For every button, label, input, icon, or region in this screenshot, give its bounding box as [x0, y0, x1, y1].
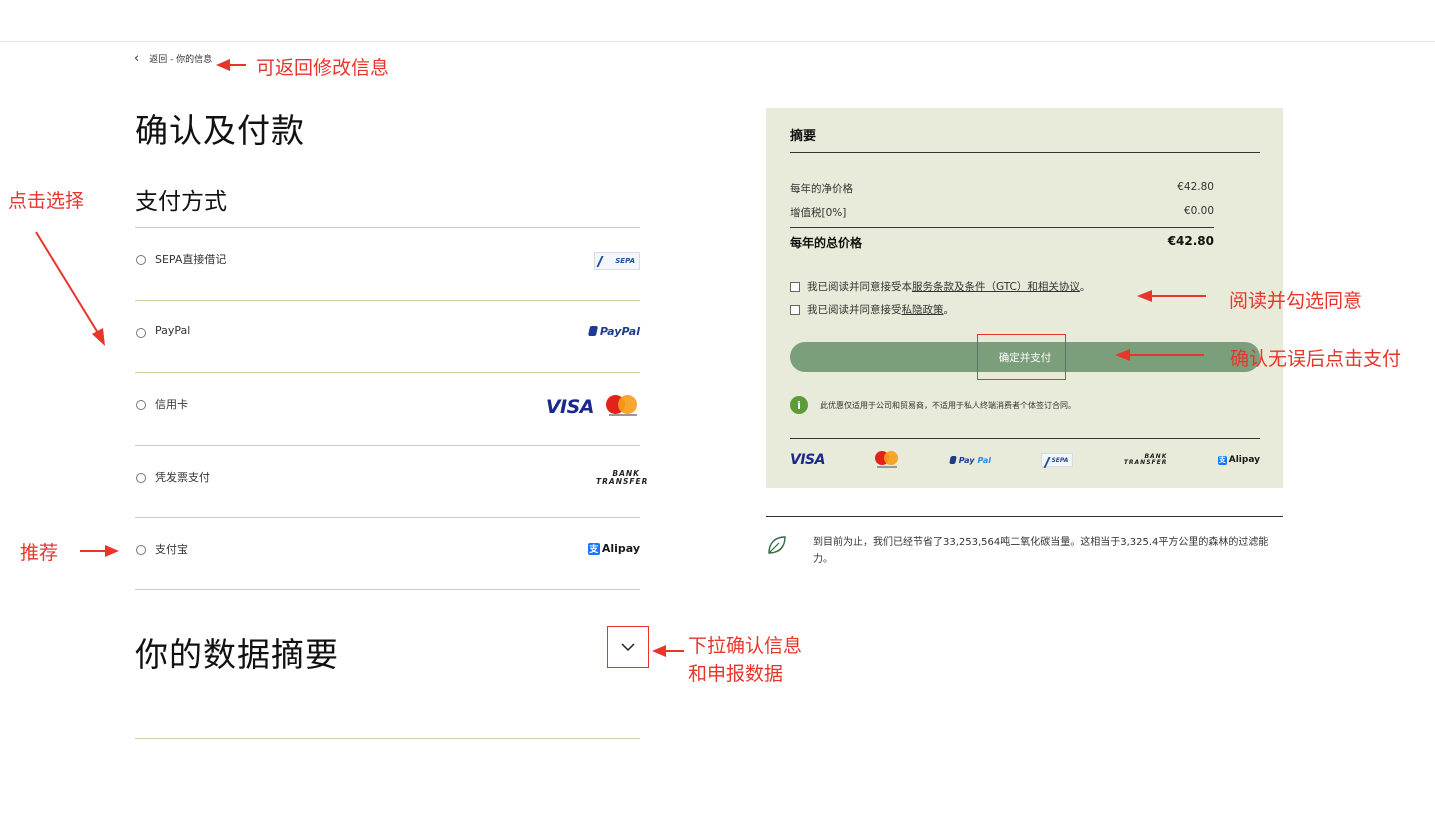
payment-option-credit-card[interactable]: 信用卡 VISA — [135, 372, 640, 445]
total-divider — [790, 227, 1214, 228]
vat-label: 增值税[0%] — [790, 207, 847, 219]
payment-option-paypal[interactable]: PayPal PayPal — [135, 299, 640, 373]
annotation-select: 点击选择 — [8, 190, 85, 212]
total-price-row: 每年的总价格 €42.80 — [790, 234, 1214, 251]
visa-logo: VISA — [545, 396, 595, 418]
business-only-notice-text: 此优惠仅适用于公司和贸易商，不适用于私人终端消费者个体签订合同。 — [820, 400, 1076, 410]
privacy-text: 我已阅读并同意接受私隐政策。 — [807, 304, 954, 316]
sepa-logo: SEPA — [594, 252, 640, 270]
info-icon: i — [790, 396, 808, 414]
confirm-pay-button[interactable]: 确定并支付 — [790, 342, 1260, 372]
payment-section-title: 支付方式 — [135, 189, 227, 215]
payment-method-list: SEPA直接借记 SEPA PayPal PayPal 信用卡 VISA 凭发票… — [135, 227, 649, 590]
bank-transfer-logo: BANK TRANSFER — [596, 468, 649, 486]
privacy-checkbox[interactable] — [790, 304, 800, 315]
paypal-icon — [587, 326, 598, 336]
payment-logos-strip: VISA Pay Pal SEPA BANK TRANSFER 支 Alipay — [790, 448, 1260, 472]
payment-label-paypal: PayPal — [155, 323, 191, 337]
summary-divider — [790, 152, 1260, 153]
payment-label-alipay: 支付宝 — [155, 543, 188, 556]
back-link[interactable]: ‹ 返回 - 你的信息 — [134, 52, 212, 65]
visa-logo-small: VISA — [790, 452, 825, 468]
total-price-label: 每年的总价格 — [790, 236, 863, 250]
logos-divider — [790, 438, 1260, 439]
total-price-value: €42.80 — [1167, 234, 1214, 248]
terms-link[interactable]: 服务条款及条件（GTC）和相关协议 — [912, 281, 1080, 293]
annotation-agree: 阅读并勾选同意 — [1229, 290, 1363, 312]
payment-label-sepa: SEPA直接借记 — [155, 253, 227, 266]
radio-alipay[interactable] — [136, 545, 146, 555]
order-summary-panel: 摘要 每年的净价格 €42.80 增值税[0%] €0.00 每年的总价格 €4… — [766, 108, 1283, 488]
mastercard-icon — [606, 395, 640, 419]
terms-checkbox[interactable] — [790, 281, 800, 292]
card-logos: VISA — [546, 395, 640, 419]
data-summary-expand-button[interactable] — [607, 626, 649, 668]
radio-credit-card[interactable] — [136, 400, 146, 410]
sepa-logo-text: SEPA — [615, 257, 635, 265]
chevron-left-icon: ‹ — [134, 51, 140, 66]
data-summary-divider — [135, 738, 640, 739]
data-summary-title: 你的数据摘要 — [135, 635, 339, 674]
paypal-logo: PayPal — [587, 324, 640, 338]
leaf-icon — [768, 536, 786, 554]
paypal-logo-small: Pay Pal — [948, 456, 991, 465]
radio-invoice[interactable] — [136, 472, 146, 483]
privacy-checkbox-row: 我已阅读并同意接受私隐政策。 — [790, 302, 954, 317]
alipay-logo-text: Alipay — [601, 542, 640, 555]
terms-checkbox-row: 我已阅读并同意接受本服务条款及条件（GTC）和相关协议。 — [790, 279, 1090, 294]
paypal-logo-text: PayPal — [599, 324, 640, 338]
payment-label-invoice: 凭发票支付 — [155, 470, 210, 484]
bank-transfer-logo-text: BANK TRANSFER — [596, 468, 649, 486]
annotation-expand: 下拉确认信息 和申报数据 — [688, 632, 802, 688]
terms-text: 我已阅读并同意接受本服务条款及条件（GTC）和相关协议。 — [807, 281, 1091, 293]
payment-option-sepa[interactable]: SEPA直接借记 SEPA — [135, 227, 640, 300]
annotation-confirm-pay: 确认无误后点击支付 — [1230, 348, 1402, 370]
privacy-link[interactable]: 私隐政策 — [902, 304, 944, 316]
business-only-notice: i 此优惠仅适用于公司和贸易商，不适用于私人终端消费者个体签订合同。 — [790, 396, 1076, 414]
net-price-value: €42.80 — [1177, 181, 1214, 193]
radio-sepa[interactable] — [136, 255, 146, 265]
payment-option-invoice[interactable]: 凭发票支付 BANK TRANSFER — [135, 444, 649, 518]
radio-paypal[interactable] — [136, 327, 146, 338]
chevron-down-icon — [621, 643, 635, 652]
alipay-logo: 支 Alipay — [587, 542, 640, 555]
vat-value: €0.00 — [1183, 205, 1214, 217]
mastercard-icon-small — [875, 451, 899, 469]
alipay-logo-small: 支 Alipay — [1217, 455, 1260, 465]
carbon-divider — [766, 516, 1283, 517]
payment-option-alipay[interactable]: 支付宝 支 Alipay — [135, 517, 640, 590]
annotation-recommend: 推荐 — [20, 542, 59, 564]
summary-title: 摘要 — [790, 129, 817, 144]
payment-label-credit-card: 信用卡 — [155, 398, 188, 411]
back-link-label: 返回 - 你的信息 — [149, 55, 213, 65]
alipay-icon: 支 — [587, 542, 600, 555]
bank-transfer-logo-small: BANK TRANSFER — [1123, 453, 1168, 466]
net-price-row: 每年的净价格 €42.80 — [790, 181, 1214, 196]
carbon-savings-text: 到目前为止，我们已经节省了33,253,564吨二氧化碳当量。这相当于3,325… — [813, 537, 1269, 565]
annotation-expand-line1: 下拉确认信息 — [688, 635, 803, 657]
annotation-back: 可返回修改信息 — [256, 57, 390, 79]
annotation-expand-line2: 和申报数据 — [688, 663, 784, 685]
net-price-label: 每年的净价格 — [790, 183, 853, 195]
page-title: 确认及付款 — [135, 111, 305, 150]
vat-row: 增值税[0%] €0.00 — [790, 205, 1214, 220]
top-divider — [0, 41, 1435, 42]
sepa-logo-small: SEPA — [1041, 453, 1074, 467]
